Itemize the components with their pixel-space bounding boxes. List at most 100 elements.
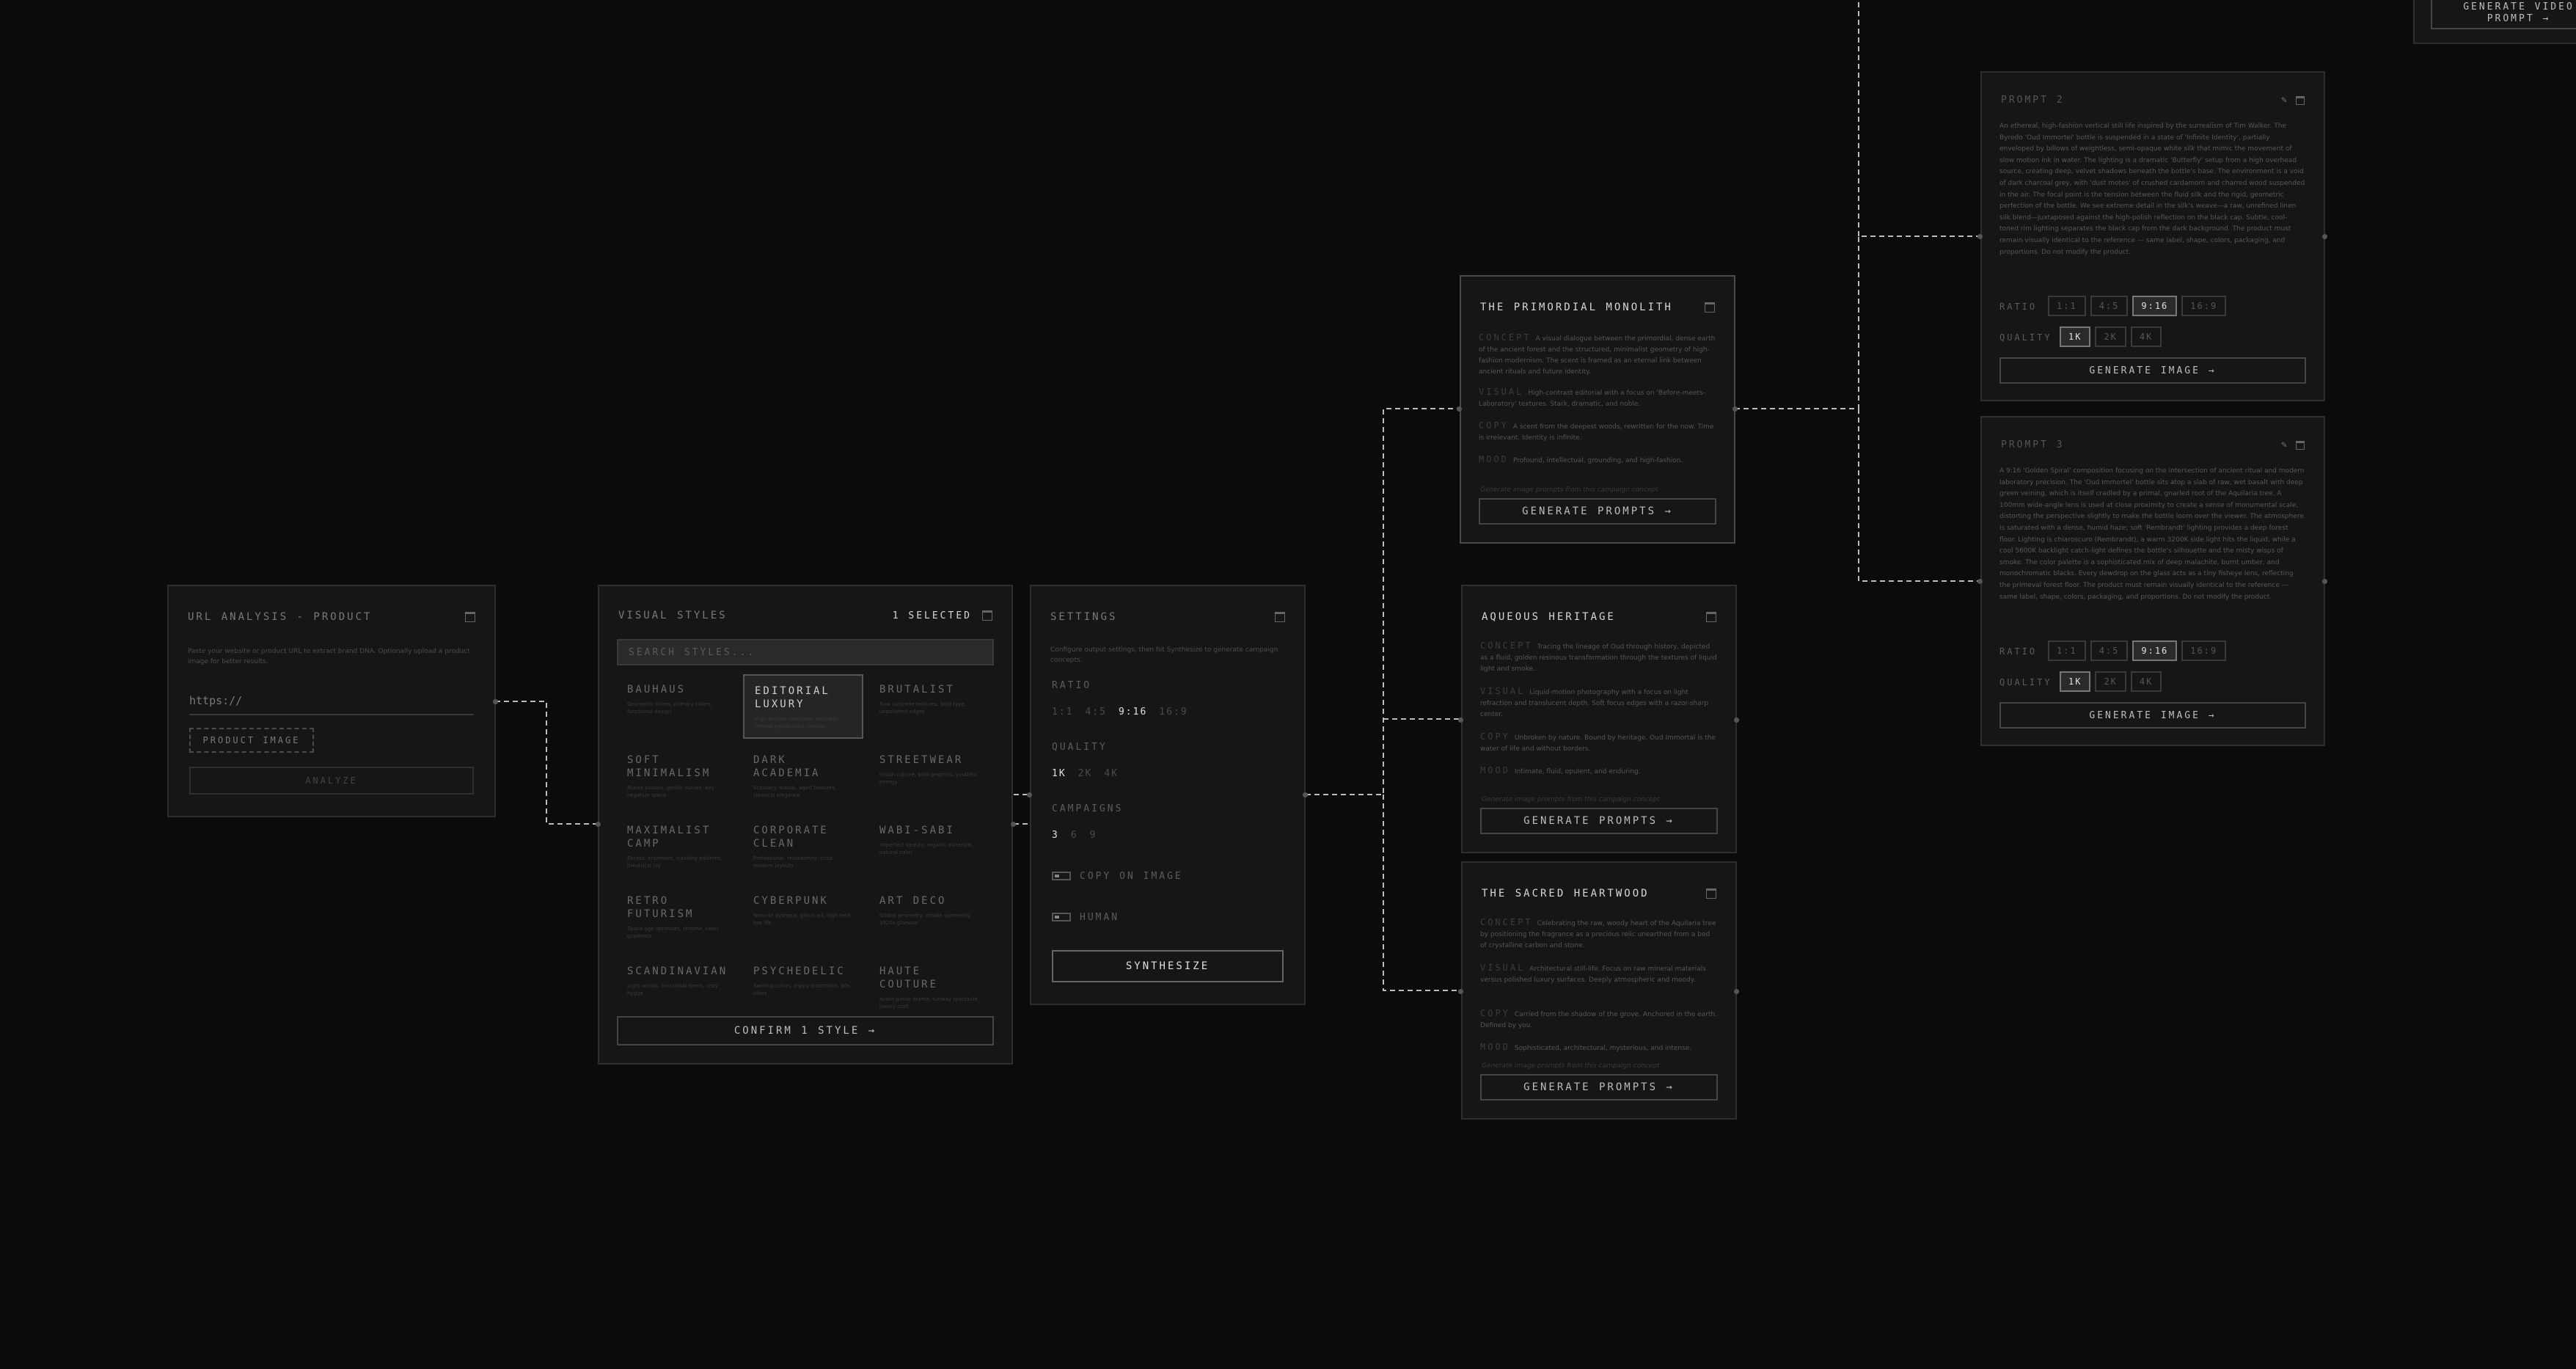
- confirm-styles-button[interactable]: CONFIRM 1 STYLE →: [617, 1016, 994, 1045]
- generate-prompts-label: GENERATE PROMPTS →: [1523, 1081, 1675, 1093]
- trash-icon[interactable]: [1706, 612, 1716, 622]
- trash-icon[interactable]: [1705, 302, 1715, 313]
- style-description: Neon-lit dystopia, glitch art, high tech…: [753, 913, 851, 926]
- generate-image-button[interactable]: GENERATE IMAGE →: [1999, 702, 2306, 729]
- generate-prompts-label: GENERATE PROMPTS →: [1523, 815, 1675, 827]
- style-tile[interactable]: SCANDINAVIAN Light woods, functional form…: [617, 956, 737, 1021]
- style-tile[interactable]: BAUHAUS Geometric forms, primary colors, …: [617, 674, 737, 739]
- generate-prompts-button[interactable]: GENERATE PROMPTS →: [1479, 498, 1716, 525]
- quality-chip[interactable]: 2K: [2095, 671, 2126, 692]
- style-tile[interactable]: WABI-SABI Imperfect beauty, organic mater…: [869, 815, 989, 880]
- trash-icon[interactable]: [2296, 440, 2305, 450]
- campaign-option[interactable]: 9: [1090, 830, 1097, 841]
- human-label: HUMAN: [1080, 912, 1120, 923]
- ratio-chip[interactable]: 1:1: [2048, 296, 2086, 316]
- generate-prompts-button[interactable]: GENERATE PROMPTS →: [1480, 1074, 1718, 1100]
- settings-card-description: Configure output settings, then hit Synt…: [1050, 646, 1278, 664]
- styles-search-input[interactable]: SEARCH STYLES...: [617, 639, 994, 665]
- generate-prompts-button[interactable]: GENERATE PROMPTS →: [1480, 808, 1718, 834]
- style-name: PSYCHEDELIC: [753, 965, 846, 977]
- concept-input-port[interactable]: [1458, 718, 1463, 723]
- style-tile[interactable]: CYBERPUNK Neon-lit dystopia, glitch art, …: [743, 886, 863, 950]
- copy-on-image-toggle[interactable]: COPY ON IMAGE: [1052, 868, 1183, 882]
- concept-output-port[interactable]: [1732, 406, 1738, 412]
- concept-output-port[interactable]: [1734, 718, 1739, 723]
- trash-icon[interactable]: [1706, 888, 1716, 899]
- ratio-option[interactable]: 4:5: [1085, 707, 1106, 718]
- ratio-chip[interactable]: 4:5: [2090, 640, 2129, 661]
- ratio-option[interactable]: 1:1: [1052, 707, 1073, 718]
- quality-chip[interactable]: 1K: [2060, 326, 2091, 347]
- style-tile[interactable]: HAUTE COUTURE Avant-garde drama, runway s…: [869, 956, 989, 1021]
- url-input[interactable]: https://: [189, 687, 474, 715]
- copy-text: Unbroken by nature. Bound by heritage. O…: [1480, 734, 1716, 753]
- product-image-label: PRODUCT IMAGE: [202, 735, 301, 745]
- style-tile[interactable]: RETRO FUTURISM Space age optimism, chrome…: [617, 886, 737, 950]
- prompt-input-port[interactable]: [1977, 579, 1983, 584]
- style-tile[interactable]: STREETWEAR Urban culture, bold graphics, …: [869, 745, 989, 809]
- ratio-chip[interactable]: 9:16: [2132, 640, 2178, 661]
- product-image-button[interactable]: PRODUCT IMAGE: [189, 728, 314, 753]
- campaign-option[interactable]: 6: [1071, 830, 1078, 841]
- style-tile[interactable]: BRUTALIST Raw concrete textures, bold typ…: [869, 674, 989, 739]
- quality-option[interactable]: 4K: [1104, 768, 1119, 779]
- mood-label: MOOD: [1480, 1042, 1510, 1052]
- trash-icon[interactable]: [982, 610, 992, 621]
- style-tile[interactable]: EDITORIAL LUXURY High fashion magazine ae…: [743, 674, 863, 739]
- generate-image-label: GENERATE IMAGE →: [2089, 709, 2217, 721]
- style-tile[interactable]: ART DECO Gilded geometry, ornate symmetry…: [869, 886, 989, 950]
- edit-icon[interactable]: ✎: [2281, 95, 2287, 106]
- settings-card-output-port[interactable]: [1303, 792, 1308, 797]
- quality-chip[interactable]: 2K: [2095, 326, 2126, 347]
- styles-card-input-port[interactable]: [596, 822, 601, 827]
- style-tile[interactable]: CORPORATE CLEAN Professional, trustworthy…: [743, 815, 863, 880]
- style-name: MAXIMALIST CAMP: [627, 825, 711, 850]
- concept-input-port[interactable]: [1458, 989, 1463, 994]
- quality-chip[interactable]: 4K: [2130, 671, 2162, 692]
- prompt-output-port[interactable]: [2322, 234, 2327, 239]
- style-tile[interactable]: PSYCHEDELIC Swirling colors, trippy disto…: [743, 956, 863, 1021]
- synthesize-button[interactable]: SYNTHESIZE: [1052, 950, 1284, 982]
- prompt-input-port[interactable]: [1977, 234, 1983, 239]
- campaign-options: 3 6 9: [1052, 827, 1108, 841]
- concept-output-port[interactable]: [1734, 989, 1739, 994]
- style-name: HAUTE COUTURE: [879, 965, 939, 990]
- prompt-output-port[interactable]: [2322, 579, 2327, 584]
- ratio-chip[interactable]: 4:5: [2090, 296, 2129, 316]
- quality-label: QUALITY: [1052, 742, 1108, 753]
- quality-options: 1K 2K 4K: [1052, 765, 1130, 779]
- settings-card-input-port[interactable]: [1027, 792, 1032, 797]
- ratio-chip[interactable]: 1:1: [2048, 640, 2086, 661]
- quality-option[interactable]: 2K: [1078, 768, 1093, 779]
- campaign-option[interactable]: 3: [1052, 830, 1059, 841]
- analyze-button[interactable]: ANALYZE: [189, 767, 474, 795]
- trash-icon[interactable]: [465, 612, 475, 622]
- style-tile[interactable]: MAXIMALIST CAMP Excess, ornament, clashin…: [617, 815, 737, 880]
- style-description: Professional, trustworthy, crisp modern …: [753, 855, 833, 869]
- edit-icon[interactable]: ✎: [2281, 439, 2287, 450]
- quality-option[interactable]: 1K: [1052, 768, 1066, 779]
- generate-video-prompt-button[interactable]: GENERATE VIDEO PROMPT →: [2431, 0, 2576, 29]
- styles-card-output-port[interactable]: [1011, 822, 1016, 827]
- ratio-chip[interactable]: 16:9: [2181, 296, 2227, 316]
- style-name: STREETWEAR: [879, 754, 964, 766]
- ratio-option[interactable]: 16:9: [1159, 707, 1188, 718]
- styles-card-title: VISUAL STYLES: [618, 610, 728, 621]
- style-tile[interactable]: SOFT MINIMALISM Muted pastels, gentle cur…: [617, 745, 737, 809]
- url-card-output-port[interactable]: [493, 699, 498, 704]
- concept-input-port[interactable]: [1457, 406, 1462, 412]
- quality-label: QUALITY: [1999, 332, 2052, 343]
- trash-icon[interactable]: [2296, 95, 2305, 105]
- ratio-chip[interactable]: 16:9: [2181, 640, 2227, 661]
- ratio-chip[interactable]: 9:16: [2132, 296, 2178, 316]
- generate-image-button[interactable]: GENERATE IMAGE →: [1999, 357, 2306, 384]
- quality-chip[interactable]: 4K: [2130, 326, 2162, 347]
- quality-chip[interactable]: 1K: [2060, 671, 2091, 692]
- concept-concept-section: CONCEPT Celebrating the raw, woody heart …: [1480, 917, 1718, 952]
- concept-header: THE PRIMORDIAL MONOLITH: [1480, 302, 1715, 313]
- human-toggle[interactable]: HUMAN: [1052, 909, 1119, 923]
- synthesize-label: SYNTHESIZE: [1125, 960, 1210, 972]
- ratio-option[interactable]: 9:16: [1119, 707, 1147, 718]
- style-tile[interactable]: DARK ACADEMIA Scholarly moods, aged textu…: [743, 745, 863, 809]
- trash-icon[interactable]: [1275, 612, 1285, 622]
